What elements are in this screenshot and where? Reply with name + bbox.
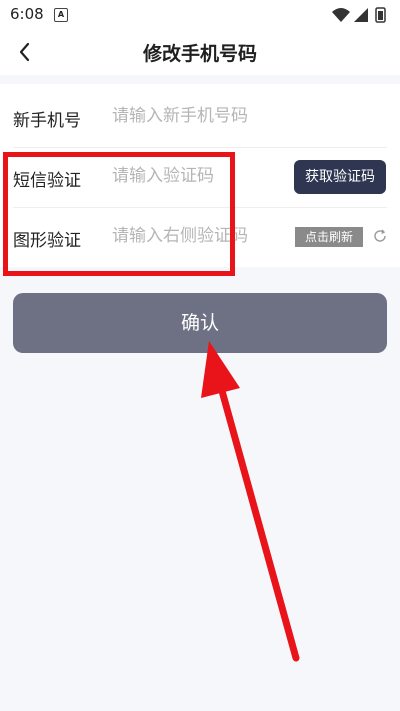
captcha-image[interactable]: 点击刷新 bbox=[295, 227, 363, 247]
new-phone-row: 新手机号 bbox=[0, 88, 400, 148]
signal-icon bbox=[354, 8, 368, 22]
status-icons bbox=[332, 7, 386, 23]
wifi-icon bbox=[332, 8, 350, 22]
status-time: 6:08 bbox=[10, 5, 44, 23]
new-phone-input[interactable] bbox=[112, 106, 282, 126]
confirm-button[interactable]: 确认 bbox=[13, 293, 387, 353]
notification-icon: A bbox=[54, 8, 68, 22]
app-header: 修改手机号码 bbox=[0, 30, 400, 75]
refresh-icon[interactable] bbox=[372, 228, 388, 244]
annotation-highlight-box bbox=[3, 152, 235, 276]
page-title: 修改手机号码 bbox=[142, 43, 257, 65]
new-phone-label: 新手机号 bbox=[13, 111, 81, 131]
status-bar: 6:08 A bbox=[0, 0, 400, 30]
get-sms-code-button[interactable]: 获取验证码 bbox=[294, 160, 386, 194]
